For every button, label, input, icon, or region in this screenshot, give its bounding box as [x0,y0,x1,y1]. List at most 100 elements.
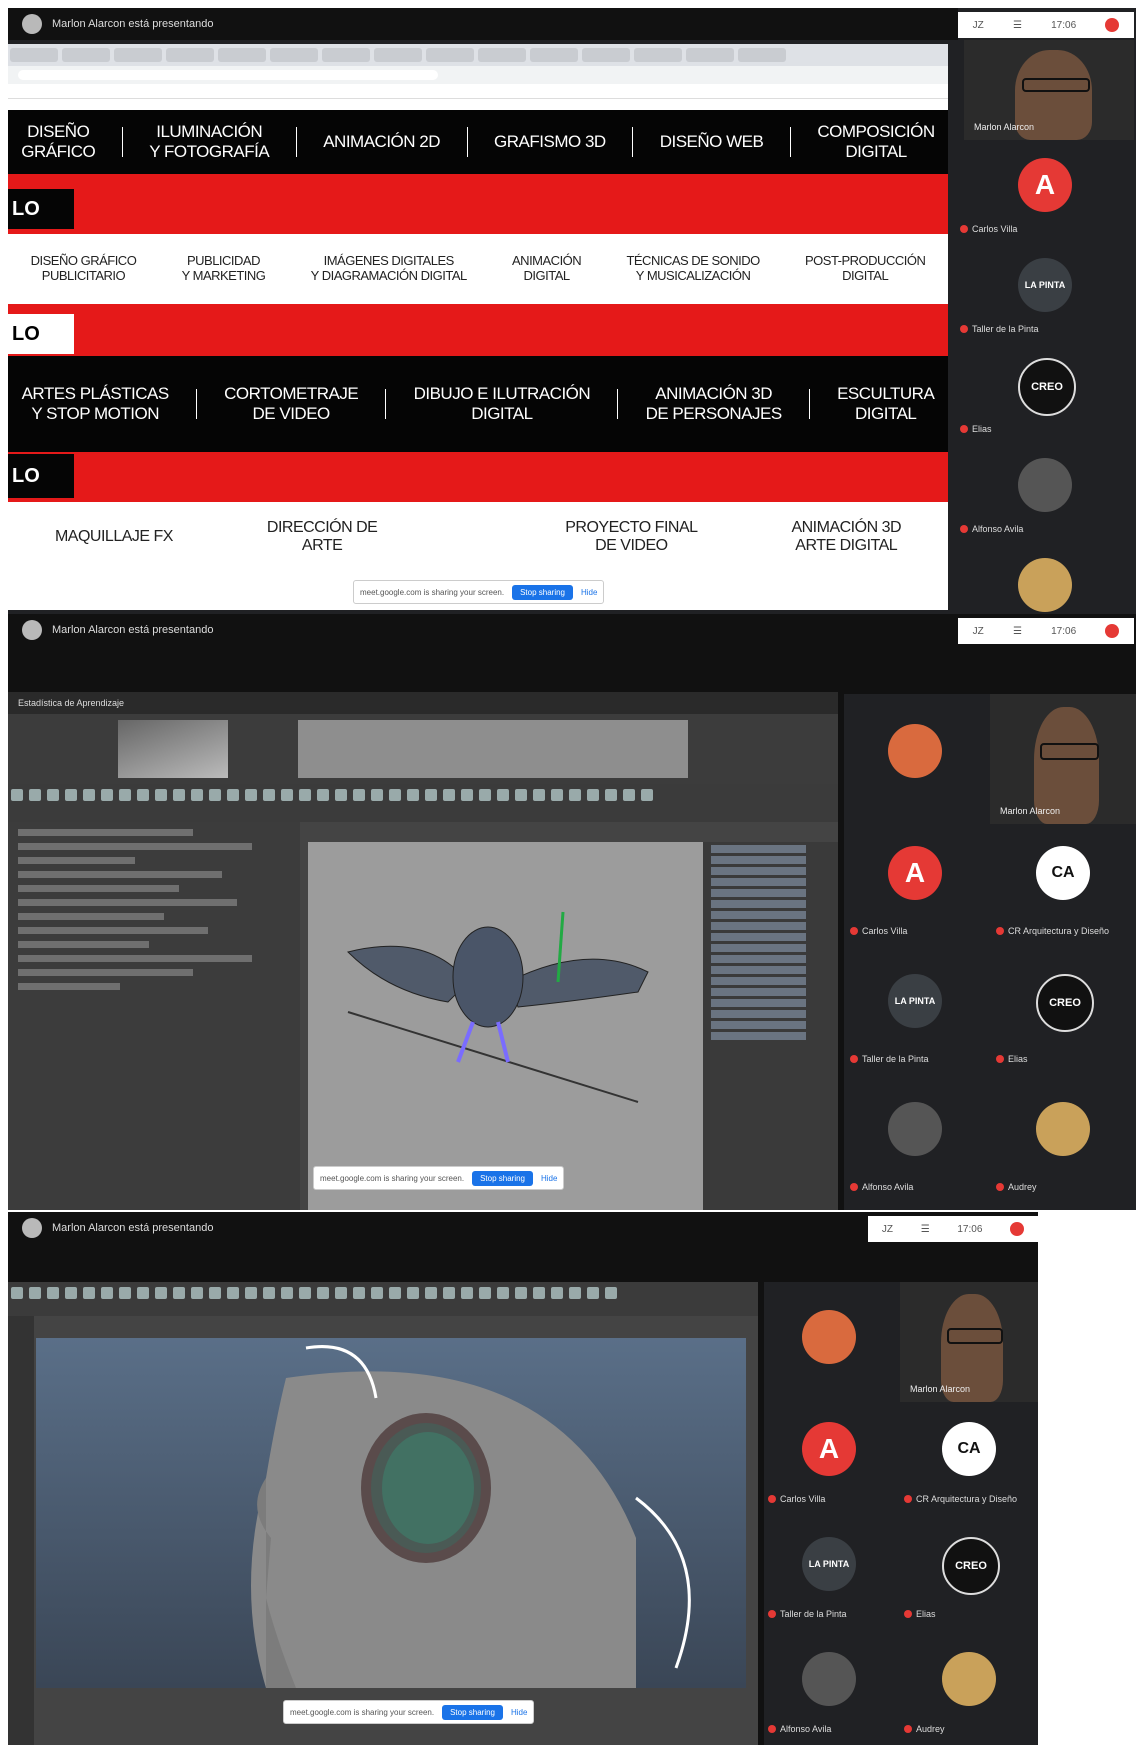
participant-name: Audrey [1008,1182,1037,1192]
participant-name: Carlos Villa [780,1494,826,1504]
participant-tile[interactable]: A Carlos Villa [956,150,1136,250]
course-4-5[interactable]: ANIMACIÓN 3D ARTE DIGITAL [791,519,901,556]
course-1-2[interactable]: ILUMINACIÓN Y FOTOGRAFÍA [149,122,269,161]
course-1-1[interactable]: DISEÑO GRÁFICO [21,122,95,161]
status-label: JZ [881,1223,893,1235]
stop-sharing-button[interactable]: Stop sharing [512,584,573,600]
time-label: 17:06 [1051,19,1077,31]
course-2-5[interactable]: TÉCNICAS DE SONIDO Y MUSICALIZACIÓN [626,253,760,284]
participant-tile[interactable]: Alfonso Avila [844,1080,984,1208]
chat-icon[interactable]: ☰ [1013,626,1022,637]
participant-tile[interactable]: CREO Elias [900,1517,1038,1632]
presenter-avatar [22,14,42,34]
participant-avatar [888,724,942,778]
user-avatar-icon[interactable] [1105,624,1120,638]
participant-avatar: A [802,1422,856,1476]
course-2-6[interactable]: POST-PRODUCCIÓN DIGITAL [805,253,926,284]
participant-grid-3: Marlon Alarcon A Carlos Villa CA CR Arqu… [764,1282,1038,1745]
participant-name: CR Arquitectura y Diseño [1008,926,1110,936]
meet-panel-3: Marlon Alarcon está presentando JZ ☰ 17:… [8,1212,1038,1745]
attribute-editor [8,822,300,1210]
participant-tile[interactable]: LA PINTA Taller de la Pinta [764,1517,894,1632]
user-avatar-icon[interactable] [1105,18,1120,32]
outliner-panel [703,842,838,1210]
course-row-3: ARTES PLÁSTICAS Y STOP MOTION CORTOMETRA… [8,356,948,452]
screen-share-bar: meet.google.com is sharing your screen. … [353,580,605,604]
participant-name: Marlon Alarcon [910,1384,971,1394]
course-2-4[interactable]: ANIMACIÓN DIGITAL [512,253,582,284]
participant-tile[interactable] [844,694,984,824]
participant-avatar [802,1310,856,1364]
course-2-2[interactable]: PUBLICIDAD Y MARKETING [182,253,266,284]
user-avatar-icon[interactable] [1010,1222,1025,1236]
participant-tile[interactable] [764,1282,894,1402]
participant-avatar: CA [1036,846,1090,900]
course-1-4[interactable]: GRAFISMO 3D [494,132,606,152]
course-3-3[interactable]: DIBUJO E ILUTRACIÓN DIGITAL [414,384,591,423]
participant-name: Taller de la Pinta [780,1609,847,1619]
course-3-4[interactable]: ANIMACIÓN 3D DE PERSONAJES [646,384,783,423]
course-row-2: DISEÑO GRÁFICO PUBLICITARIO PUBLICIDAD Y… [8,234,948,304]
course-2-3[interactable]: IMÁGENES DIGITALES Y DIAGRAMACIÓN DIGITA… [311,253,468,284]
chat-icon[interactable]: ☰ [921,1224,930,1235]
participant-avatar: CA [942,1422,996,1476]
presenter-camera: Marlon Alarcon [990,694,1136,824]
participant-tile[interactable]: CA CR Arquitectura y Diseño [900,1402,1038,1517]
chat-icon[interactable]: ☰ [1013,20,1022,31]
presenter-avatar [22,620,42,640]
course-3-2[interactable]: CORTOMETRAJE DE VIDEO [224,384,359,423]
participant-name: Carlos Villa [972,224,1018,234]
course-4-1[interactable]: MAQUILLAJE FX [55,528,173,546]
participant-tile[interactable]: Audrey [990,1080,1136,1208]
participant-tile[interactable]: A Carlos Villa [844,824,984,952]
participant-name: Alfonso Avila [780,1724,832,1734]
presenter-camera: Marlon Alarcon [900,1282,1038,1402]
meet-panel-1: Marlon Alarcon está presentando JZ ☰ 17:… [8,8,1136,614]
course-3-5[interactable]: ESCULTURA DIGITAL [837,384,935,423]
stop-sharing-button[interactable]: Stop sharing [472,1170,533,1186]
participant-grid-2: Marlon Alarcon A Carlos Villa CA CR Arqu… [844,694,1136,1210]
participant-tile[interactable]: Alfonso Avila [956,450,1136,550]
character-head-model [251,1345,691,1688]
address-bar[interactable] [8,66,948,84]
participant-name: Carlos Villa [862,926,908,936]
maya-viewport[interactable] [308,842,703,1210]
course-4-2[interactable]: DIRECCIÓN DE ARTE [267,519,378,556]
time-label: 17:06 [1051,625,1077,637]
maya-viewport[interactable] [36,1338,746,1688]
course-3-1[interactable]: ARTES PLÁSTICAS Y STOP MOTION [22,384,170,423]
cycle-tag-3: LO [8,454,74,498]
presenter-camera: Marlon Alarcon [964,40,1134,140]
participant-name: Alfonso Avila [972,524,1024,534]
participant-name: CR Arquitectura y Diseño [916,1494,1018,1504]
course-1-5[interactable]: DISEÑO WEB [660,132,764,152]
share-text: meet.google.com is sharing your screen. [360,587,505,597]
bird-model [347,911,649,1103]
participant-name: Elias [916,1609,936,1619]
status-label: JZ [972,19,984,31]
participant-tile[interactable]: Alfonso Avila [764,1632,894,1745]
participant-avatar [888,1102,942,1156]
hide-button[interactable]: Hide [511,1708,527,1717]
browser-window: DISEÑO GRÁFICO ILUMINACIÓN Y FOTOGRAFÍA … [8,44,948,610]
stop-sharing-button[interactable]: Stop sharing [442,1704,503,1720]
course-2-1[interactable]: DISEÑO GRÁFICO PUBLICITARIO [31,253,137,284]
red-band-1 [8,174,948,234]
participant-name: Taller de la Pinta [972,324,1039,334]
course-1-6[interactable]: COMPOSICIÓN DIGITAL [817,122,935,161]
time-label: 17:06 [957,1223,983,1235]
participant-tile[interactable]: LA PINTA Taller de la Pinta [956,250,1136,350]
participant-tile[interactable]: Audrey [900,1632,1038,1745]
participant-name: Alfonso Avila [862,1182,914,1192]
participant-tile[interactable]: LA PINTA Taller de la Pinta [844,952,984,1080]
hide-button[interactable]: Hide [581,588,597,597]
course-4-4[interactable]: PROYECTO FINAL DE VIDEO [565,519,698,556]
participant-tile[interactable]: CA CR Arquitectura y Diseño [990,824,1136,952]
participant-tile[interactable]: CREO Elias [956,350,1136,450]
participant-tile[interactable] [956,550,1136,614]
participant-tile[interactable]: CREO Elias [990,952,1136,1080]
hide-button[interactable]: Hide [541,1174,557,1183]
course-1-3[interactable]: ANIMACIÓN 2D [323,132,440,152]
participant-tile[interactable]: A Carlos Villa [764,1402,894,1517]
browser-tab-strip [8,44,948,66]
